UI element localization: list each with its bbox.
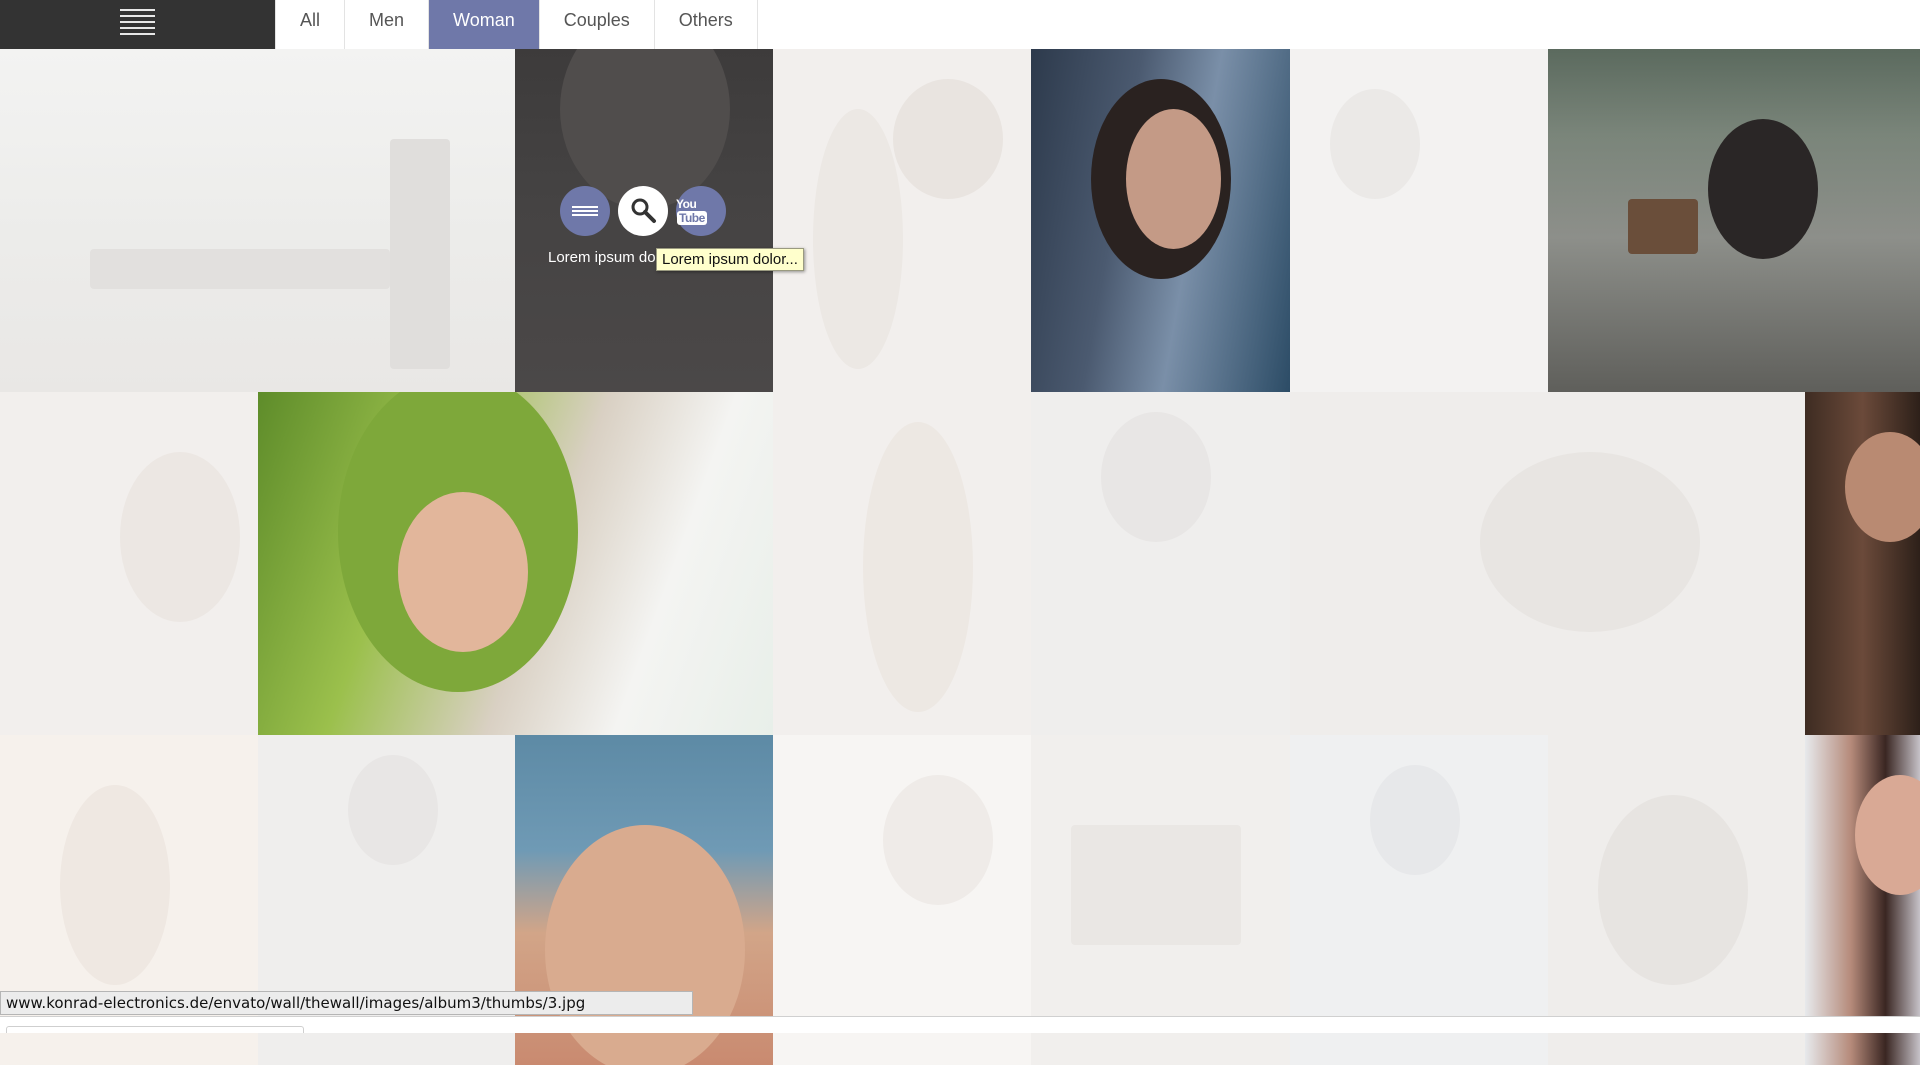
zoom-icon[interactable] <box>618 186 668 236</box>
photo-wall <box>0 49 1920 1065</box>
thumbnail[interactable] <box>1031 392 1290 735</box>
menu-button[interactable] <box>0 0 275 49</box>
youtube-tube-text: Tube <box>677 211 707 225</box>
top-bar: All Men Woman Couples Others <box>0 0 1920 49</box>
thumbnail[interactable] <box>258 392 773 735</box>
hover-actions: YouTube <box>560 186 730 236</box>
tab-men[interactable]: Men <box>345 0 430 49</box>
list-icon[interactable] <box>560 186 610 236</box>
thumbnail[interactable] <box>773 392 1031 735</box>
tooltip: Lorem ipsum dolor... <box>656 248 804 271</box>
hamburger-icon <box>120 9 155 35</box>
thumbnail[interactable] <box>1290 392 1805 735</box>
thumbnail[interactable] <box>1805 392 1920 735</box>
thumbnail[interactable] <box>0 392 258 735</box>
youtube-you-text: You <box>676 197 697 211</box>
tab-couples[interactable]: Couples <box>539 0 655 49</box>
thumbnail[interactable] <box>1031 49 1290 392</box>
tab-woman[interactable]: Woman <box>429 0 540 49</box>
tab-all[interactable]: All <box>275 0 346 49</box>
youtube-icon[interactable]: YouTube <box>676 186 726 236</box>
thumbnail[interactable] <box>1290 49 1548 392</box>
thumbnail-caption: Lorem ipsum dolor... <box>548 249 656 266</box>
thumbnail[interactable] <box>773 49 1031 392</box>
thumbnail[interactable] <box>0 49 515 392</box>
browser-status-bar: www.konrad-electronics.de/envato/wall/th… <box>0 991 693 1015</box>
filter-tabs: All Men Woman Couples Others <box>275 0 758 49</box>
thumbnail[interactable] <box>1548 49 1920 392</box>
tab-others[interactable]: Others <box>654 0 758 49</box>
